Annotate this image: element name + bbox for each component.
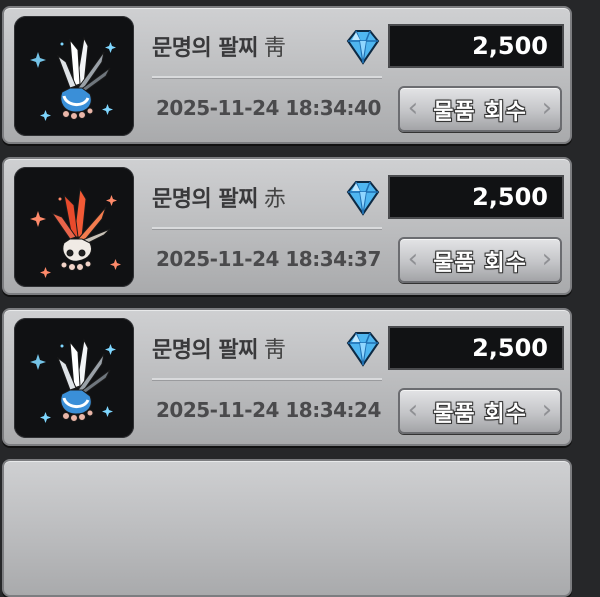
retrieve-item-label: 물품 회수	[433, 100, 527, 125]
diamond-icon	[346, 332, 380, 367]
price-value: 2,500	[472, 32, 548, 60]
red-bracelet-icon	[30, 187, 121, 278]
item-name: 문명의 팔찌 靑	[152, 332, 286, 364]
listing-timestamp: 2025-11-24 18:34:40	[156, 96, 381, 120]
listing-timestamp: 2025-11-24 18:34:37	[156, 247, 381, 271]
price-value: 2,500	[472, 334, 548, 362]
item-color-tag: 赤	[263, 187, 286, 212]
blue-bracelet-icon	[30, 36, 116, 121]
item-name-text: 문명의 팔찌	[152, 187, 258, 212]
list-item	[2, 459, 572, 597]
item-name-text: 문명의 팔찌	[152, 338, 258, 363]
retrieve-item-button[interactable]: ‹ › 물품 회수	[398, 86, 562, 132]
diamond-icon	[346, 181, 380, 216]
listing-timestamp: 2025-11-24 18:34:24	[156, 398, 381, 422]
retrieve-item-button[interactable]: ‹ › 물품 회수	[398, 237, 562, 283]
price-box: 2,500	[388, 24, 564, 68]
price-box: 2,500	[388, 326, 564, 370]
sale-list: 문명의 팔찌 靑 2,500 2025-11-24 18:34:40 ‹ › 물품…	[0, 0, 600, 597]
divider	[152, 378, 382, 381]
price-value: 2,500	[472, 183, 548, 211]
item-color-tag: 靑	[263, 36, 286, 61]
list-item: 문명의 팔찌 靑 2,500 2025-11-24 18:34:40 ‹ › 물품…	[2, 6, 572, 144]
blue-bracelet-icon	[30, 338, 116, 423]
retrieve-item-label: 물품 회수	[433, 251, 527, 276]
item-thumbnail	[14, 318, 134, 438]
item-name: 문명의 팔찌 赤	[152, 181, 286, 213]
diamond-icon	[346, 30, 380, 65]
item-color-tag: 靑	[263, 338, 286, 363]
list-item: 문명의 팔찌 靑 2,500 2025-11-24 18:34:24 ‹ › 물품…	[2, 308, 572, 446]
price-box: 2,500	[388, 175, 564, 219]
divider	[152, 227, 382, 230]
retrieve-item-label: 물품 회수	[433, 402, 527, 427]
item-thumbnail	[14, 167, 134, 287]
list-item: 문명의 팔찌 赤 2,500 2025-11-24 18:34:37 ‹ › 물품…	[2, 157, 572, 295]
divider	[152, 76, 382, 79]
item-name: 문명의 팔찌 靑	[152, 30, 286, 62]
retrieve-item-button[interactable]: ‹ › 물품 회수	[398, 388, 562, 434]
item-name-text: 문명의 팔찌	[152, 36, 258, 61]
item-thumbnail	[14, 16, 134, 136]
